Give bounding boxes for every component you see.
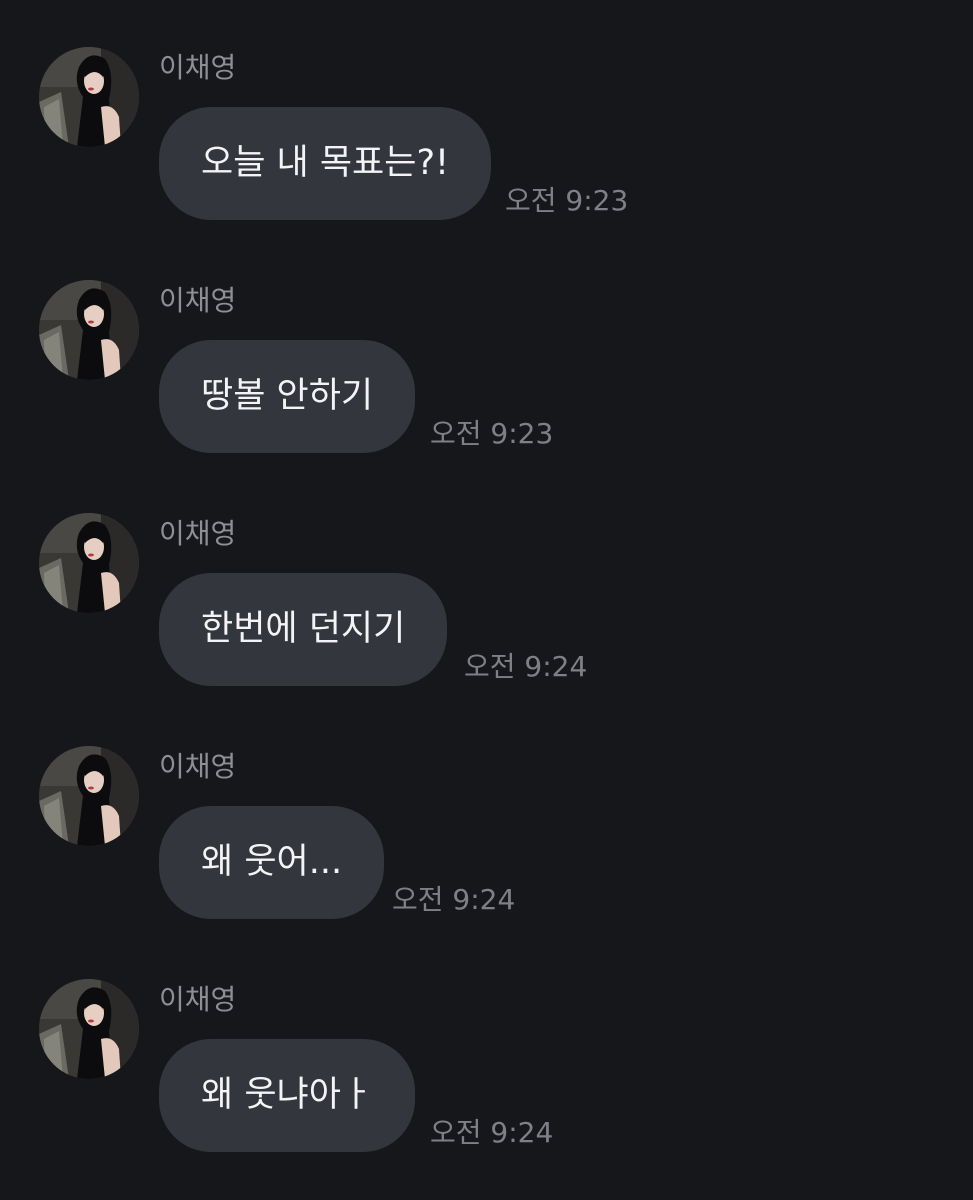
sender-name: 이채영 [159,284,237,317]
avatar[interactable] [39,979,139,1079]
message-row: 이채영 왜 웃어... 오전 9:24 [0,746,973,946]
sender-name: 이채영 [159,517,237,550]
sender-name: 이채영 [159,51,237,84]
message-time: 오전 9:24 [392,883,516,916]
message-time: 오전 9:24 [464,650,588,683]
message-time: 오전 9:23 [430,417,554,450]
message-bubble[interactable]: 땅볼 안하기 [159,340,416,453]
message-time: 오전 9:24 [430,1116,554,1149]
message-row: 이채영 오늘 내 목표는?! 오전 9:23 [0,47,973,247]
message-bubble[interactable]: 오늘 내 목표는?! [159,107,492,220]
sender-name: 이채영 [159,983,237,1016]
profile-photo-icon [39,513,139,613]
message-row: 이채영 왜 웃냐아ㅏ 오전 9:24 [0,979,973,1179]
avatar[interactable] [39,513,139,613]
sender-name: 이채영 [159,750,237,783]
avatar[interactable] [39,746,139,846]
message-bubble[interactable]: 왜 웃냐아ㅏ [159,1039,416,1152]
message-row: 이채영 땅볼 안하기 오전 9:23 [0,280,973,480]
avatar[interactable] [39,47,139,147]
profile-photo-icon [39,746,139,846]
avatar[interactable] [39,280,139,380]
message-row: 이채영 한번에 던지기 오전 9:24 [0,513,973,713]
profile-photo-icon [39,47,139,147]
chat-message-list[interactable]: 이채영 오늘 내 목표는?! 오전 9:23 이채영 땅볼 안하기 오전 9:2… [0,0,973,1200]
message-time: 오전 9:23 [505,184,629,217]
message-bubble[interactable]: 왜 웃어... [159,806,385,919]
profile-photo-icon [39,979,139,1079]
message-bubble[interactable]: 한번에 던지기 [159,573,448,686]
profile-photo-icon [39,280,139,380]
